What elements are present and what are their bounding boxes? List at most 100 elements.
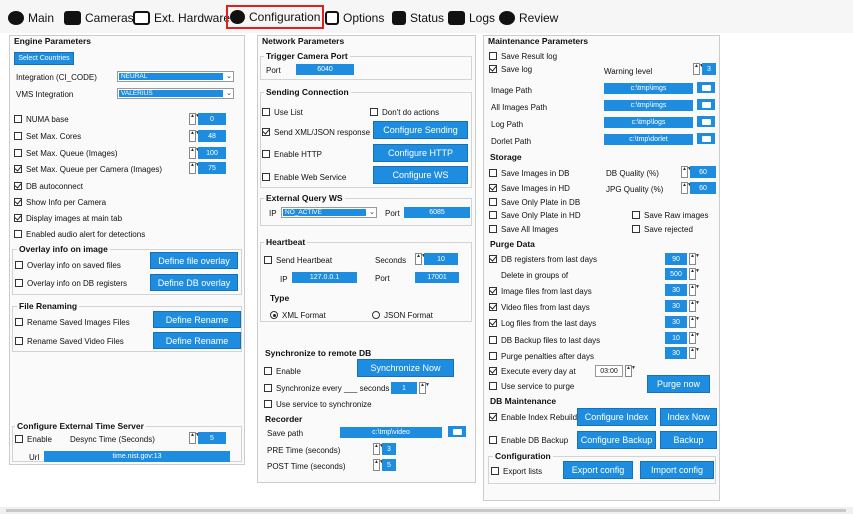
- video-files-value[interactable]: 30: [665, 300, 687, 312]
- max-cores-checkbox[interactable]: Set Max. Cores: [14, 130, 81, 142]
- pre-time-value[interactable]: 3: [382, 443, 396, 455]
- log-path-field[interactable]: c:\tmp\logs: [604, 117, 693, 128]
- configure-backup-button[interactable]: Configure Backup: [577, 431, 656, 449]
- backup-button[interactable]: Backup: [660, 431, 717, 449]
- send-xml-checkbox[interactable]: Send XML/JSON response: [262, 126, 370, 138]
- json-format-radio[interactable]: JSON Format: [372, 309, 433, 321]
- stepper-arrows-icon[interactable]: ▲▼: [189, 147, 200, 159]
- sync-now-button[interactable]: Synchronize Now: [357, 359, 454, 377]
- configure-http-button[interactable]: Configure HTTP: [373, 144, 468, 162]
- import-config-button[interactable]: Import config: [640, 461, 714, 479]
- all-images-field[interactable]: c:\tmp\imgs: [604, 100, 693, 111]
- folder-icon[interactable]: [697, 116, 715, 127]
- stepper-arrows-icon[interactable]: ▲▼: [189, 162, 200, 174]
- db-quality-value[interactable]: 60: [690, 166, 716, 178]
- save-all-checkbox[interactable]: Save All Images: [489, 223, 558, 235]
- audio-alert-checkbox[interactable]: Enabled audio alert for detections: [14, 228, 145, 240]
- define-rename-video-button[interactable]: Define Rename: [153, 332, 241, 349]
- max-queue-cam-checkbox[interactable]: Set Max. Queue per Camera (Images): [14, 163, 162, 175]
- execute-time-value[interactable]: 03:00: [595, 365, 623, 377]
- db-registers-checkbox[interactable]: DB registers from last days: [489, 253, 597, 265]
- log-files-checkbox[interactable]: Log files from the last days: [489, 317, 596, 329]
- post-time-value[interactable]: 5: [382, 459, 396, 471]
- pre-time-stepper[interactable]: ▲▼ 3: [373, 443, 396, 455]
- folder-icon[interactable]: [697, 133, 715, 144]
- stepper-arrows-icon[interactable]: ▲▼: [689, 300, 700, 312]
- url-field[interactable]: time.nist.gov:13: [44, 451, 230, 462]
- dont-do-checkbox[interactable]: Don't do actions: [370, 106, 439, 118]
- db-registers-value[interactable]: 90: [665, 253, 687, 265]
- tab-review[interactable]: Review: [499, 7, 558, 29]
- numa-checkbox[interactable]: NUMA base: [14, 113, 69, 125]
- tab-status[interactable]: Status: [392, 7, 444, 29]
- stepper-arrows-icon[interactable]: ▲▼: [681, 182, 692, 194]
- folder-icon[interactable]: [697, 82, 715, 93]
- save-only-plate-db-checkbox[interactable]: Save Only Plate in DB: [489, 196, 580, 208]
- save-images-hd-checkbox[interactable]: Save Images in HD: [489, 182, 570, 194]
- sync-every-stepper[interactable]: 1 ▲▼: [391, 382, 430, 394]
- configure-ws-button[interactable]: Configure WS: [373, 166, 468, 184]
- desync-stepper[interactable]: ▲▼ 5: [189, 432, 226, 444]
- index-now-button[interactable]: Index Now: [660, 408, 717, 426]
- video-files-checkbox[interactable]: Video files from last days: [489, 301, 590, 313]
- execute-every-checkbox[interactable]: Execute every day at: [489, 365, 576, 377]
- purge-penalties-value[interactable]: 30: [665, 347, 687, 359]
- stepper-arrows-icon[interactable]: ▲▼: [689, 253, 700, 265]
- enable-index-checkbox[interactable]: Enable Index Rebuild: [489, 411, 577, 423]
- scrollbar-thumb[interactable]: [6, 509, 846, 512]
- overlay-saved-checkbox[interactable]: Overlay info on saved files: [15, 259, 121, 271]
- db-backup-value[interactable]: 10: [665, 332, 687, 344]
- warning-value[interactable]: 3: [702, 63, 716, 75]
- numa-stepper[interactable]: ▲▼ 0: [189, 113, 226, 125]
- jpg-quality-stepper[interactable]: ▲▼ 60: [681, 182, 716, 194]
- show-info-checkbox[interactable]: Show Info per Camera: [14, 196, 106, 208]
- db-backup-checkbox[interactable]: DB Backup files to last days: [489, 334, 600, 346]
- hb-port-field[interactable]: 17001: [415, 272, 459, 283]
- hb-seconds-value[interactable]: 10: [424, 253, 458, 265]
- hb-ip-field[interactable]: 127.0.0.1: [292, 272, 357, 283]
- max-queue-checkbox[interactable]: Set Max. Queue (Images): [14, 147, 118, 159]
- enable-ws-checkbox[interactable]: Enable Web Service: [262, 171, 346, 183]
- execute-time-stepper[interactable]: 03:00 ▲▼: [595, 365, 636, 377]
- db-quality-stepper[interactable]: ▲▼ 60: [681, 166, 716, 178]
- delete-groups-stepper[interactable]: 500 ▲▼: [665, 268, 700, 280]
- tab-ext-hardware[interactable]: Ext. Hardware: [133, 7, 230, 29]
- define-file-overlay-button[interactable]: Define file overlay: [150, 252, 238, 269]
- integration-select[interactable]: NEURAL ⌄: [117, 71, 234, 82]
- use-service-sync-checkbox[interactable]: Use service to synchronize: [264, 398, 372, 410]
- horizontal-scrollbar[interactable]: [0, 507, 853, 514]
- stepper-arrows-icon[interactable]: ▲▼: [419, 382, 430, 394]
- vms-select[interactable]: VALERIUS ⌄: [117, 88, 234, 99]
- log-files-value[interactable]: 30: [665, 316, 687, 328]
- export-config-button[interactable]: Export config: [563, 461, 633, 479]
- max-cores-value[interactable]: 48: [198, 130, 226, 142]
- stepper-arrows-icon[interactable]: ▲▼: [689, 347, 700, 359]
- purge-penalties-checkbox[interactable]: Purge penalties after days: [489, 350, 594, 362]
- save-only-plate-hd-checkbox[interactable]: Save Only Plate in HD: [489, 209, 581, 221]
- delete-groups-value[interactable]: 500: [665, 268, 687, 280]
- stepper-arrows-icon[interactable]: ▲▼: [689, 268, 700, 280]
- use-list-checkbox[interactable]: Use List: [262, 106, 303, 118]
- overlay-db-checkbox[interactable]: Overlay info on DB registers: [15, 277, 127, 289]
- save-path-field[interactable]: c:\tmp\video: [340, 427, 442, 438]
- image-files-value[interactable]: 30: [665, 284, 687, 296]
- export-lists-checkbox[interactable]: Export lists: [491, 465, 542, 477]
- desync-value[interactable]: 5: [198, 432, 226, 444]
- trigger-port-field[interactable]: 6040: [296, 64, 354, 75]
- ext-port-field[interactable]: 6085: [404, 207, 470, 218]
- numa-value[interactable]: 0: [198, 113, 226, 125]
- warning-stepper[interactable]: ▲▼ 3: [693, 63, 716, 75]
- tab-configuration[interactable]: Configuration: [226, 5, 325, 29]
- stepper-arrows-icon[interactable]: ▲▼: [681, 166, 692, 178]
- max-queue-cam-value[interactable]: 75: [198, 162, 226, 174]
- stepper-arrows-icon[interactable]: ▲▼: [415, 253, 426, 265]
- stepper-arrows-icon[interactable]: ▲▼: [689, 332, 700, 344]
- max-queue-value[interactable]: 100: [198, 147, 226, 159]
- max-cores-stepper[interactable]: ▲▼ 48: [189, 130, 226, 142]
- save-result-log-checkbox[interactable]: Save Result log: [489, 50, 557, 62]
- stepper-arrows-icon[interactable]: ▲▼: [189, 130, 200, 142]
- tab-main[interactable]: Main: [8, 7, 54, 29]
- jpg-quality-value[interactable]: 60: [690, 182, 716, 194]
- save-rejected-checkbox[interactable]: Save rejected: [632, 223, 693, 235]
- db-registers-stepper[interactable]: 90 ▲▼: [665, 253, 700, 265]
